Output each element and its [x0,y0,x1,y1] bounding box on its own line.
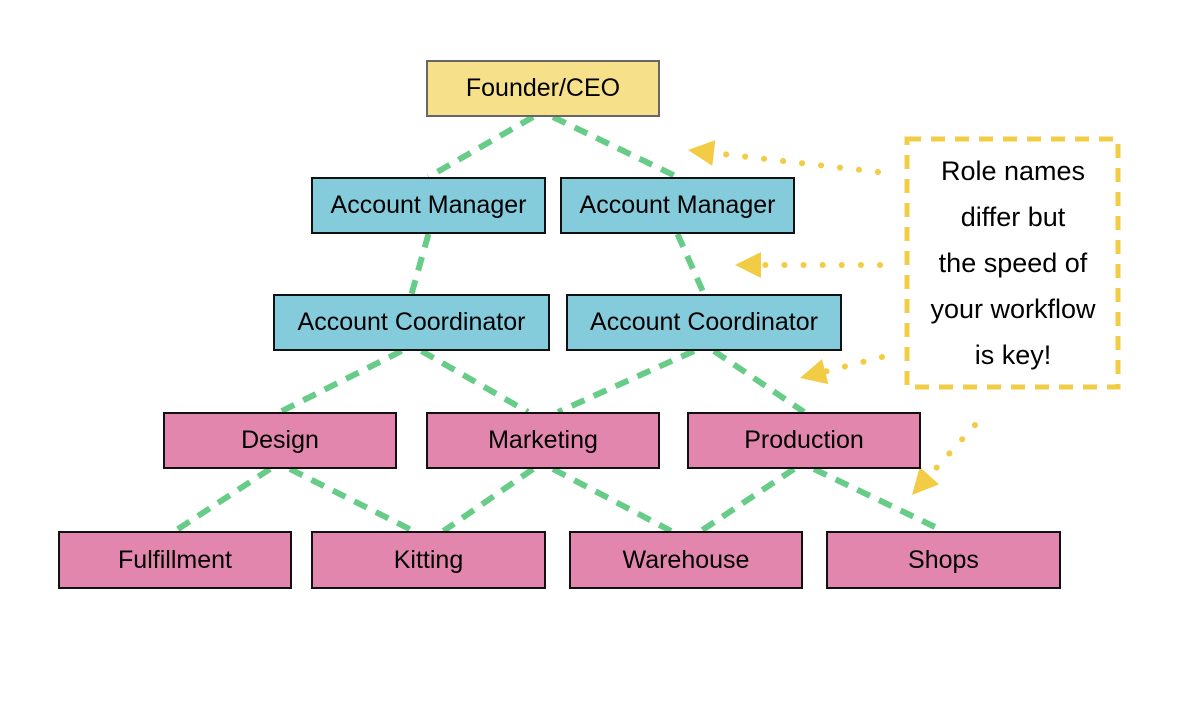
connector-root-to-account_manager_left [427,114,535,180]
shops-node[interactable]: Shops [826,531,1061,589]
account-coordinator-left-node[interactable]: Account Coordinator [273,294,550,351]
connector-marketing-to-kitting [441,466,535,534]
connector-account_manager_right-to-account_coordinator_right [674,232,707,296]
connector-account_coordinator_left-to-marketing [420,348,530,415]
node-label: Account Manager [330,191,527,219]
node-label: Founder/CEO [465,74,621,102]
callout-text: Role names differ but the speed of your … [930,156,1096,370]
fulfillment-node[interactable]: Fulfillment [58,531,292,589]
account-coordinator-right-node[interactable]: Account Coordinator [566,294,842,351]
node-label: Account Coordinator [590,308,818,336]
account-manager-left-node[interactable]: Account Manager [311,177,546,234]
connector-account_coordinator_right-to-marketing [556,348,696,415]
node-label: Kitting [393,545,464,574]
connector-account_coordinator_left-to-design [278,348,403,415]
node-label: Shops [908,545,979,574]
connector-marketing-to-warehouse [551,466,673,534]
connector-account_coordinator_right-to-production [712,348,806,415]
connector-root-to-account_manager_right [551,114,679,180]
arrowhead-icon [912,466,940,495]
callout-arrow-line-4 [926,422,978,479]
connector-design-to-kitting [288,466,415,534]
founder-ceo-node[interactable]: Founder/CEO [426,60,660,117]
arrowhead-icon [735,252,761,278]
design-node[interactable]: Design [163,412,397,469]
callout-note: Role names differ but the speed of your … [906,138,1120,388]
callout-arrow-line-3 [822,354,885,375]
node-label: Design [241,426,319,454]
node-label: Account Manager [579,191,776,219]
connector-production-to-warehouse [699,466,796,534]
kitting-node[interactable]: Kitting [311,531,546,589]
node-label: Marketing [488,426,598,454]
node-label: Account Coordinator [297,308,526,336]
node-label: Fulfillment [118,545,232,574]
node-label: Warehouse [622,545,750,574]
warehouse-node[interactable]: Warehouse [569,531,803,589]
production-node[interactable]: Production [687,412,921,469]
account-manager-right-node[interactable]: Account Manager [560,177,795,234]
connector-design-to-fulfillment [173,466,272,534]
arrowhead-icon [688,140,716,166]
callout-arrow-line-1 [710,149,881,175]
connector-account_manager_left-to-account_coordinator_left [408,233,432,295]
marketing-node[interactable]: Marketing [426,412,660,469]
arrowhead-icon [800,358,829,385]
node-label: Production [744,426,864,454]
